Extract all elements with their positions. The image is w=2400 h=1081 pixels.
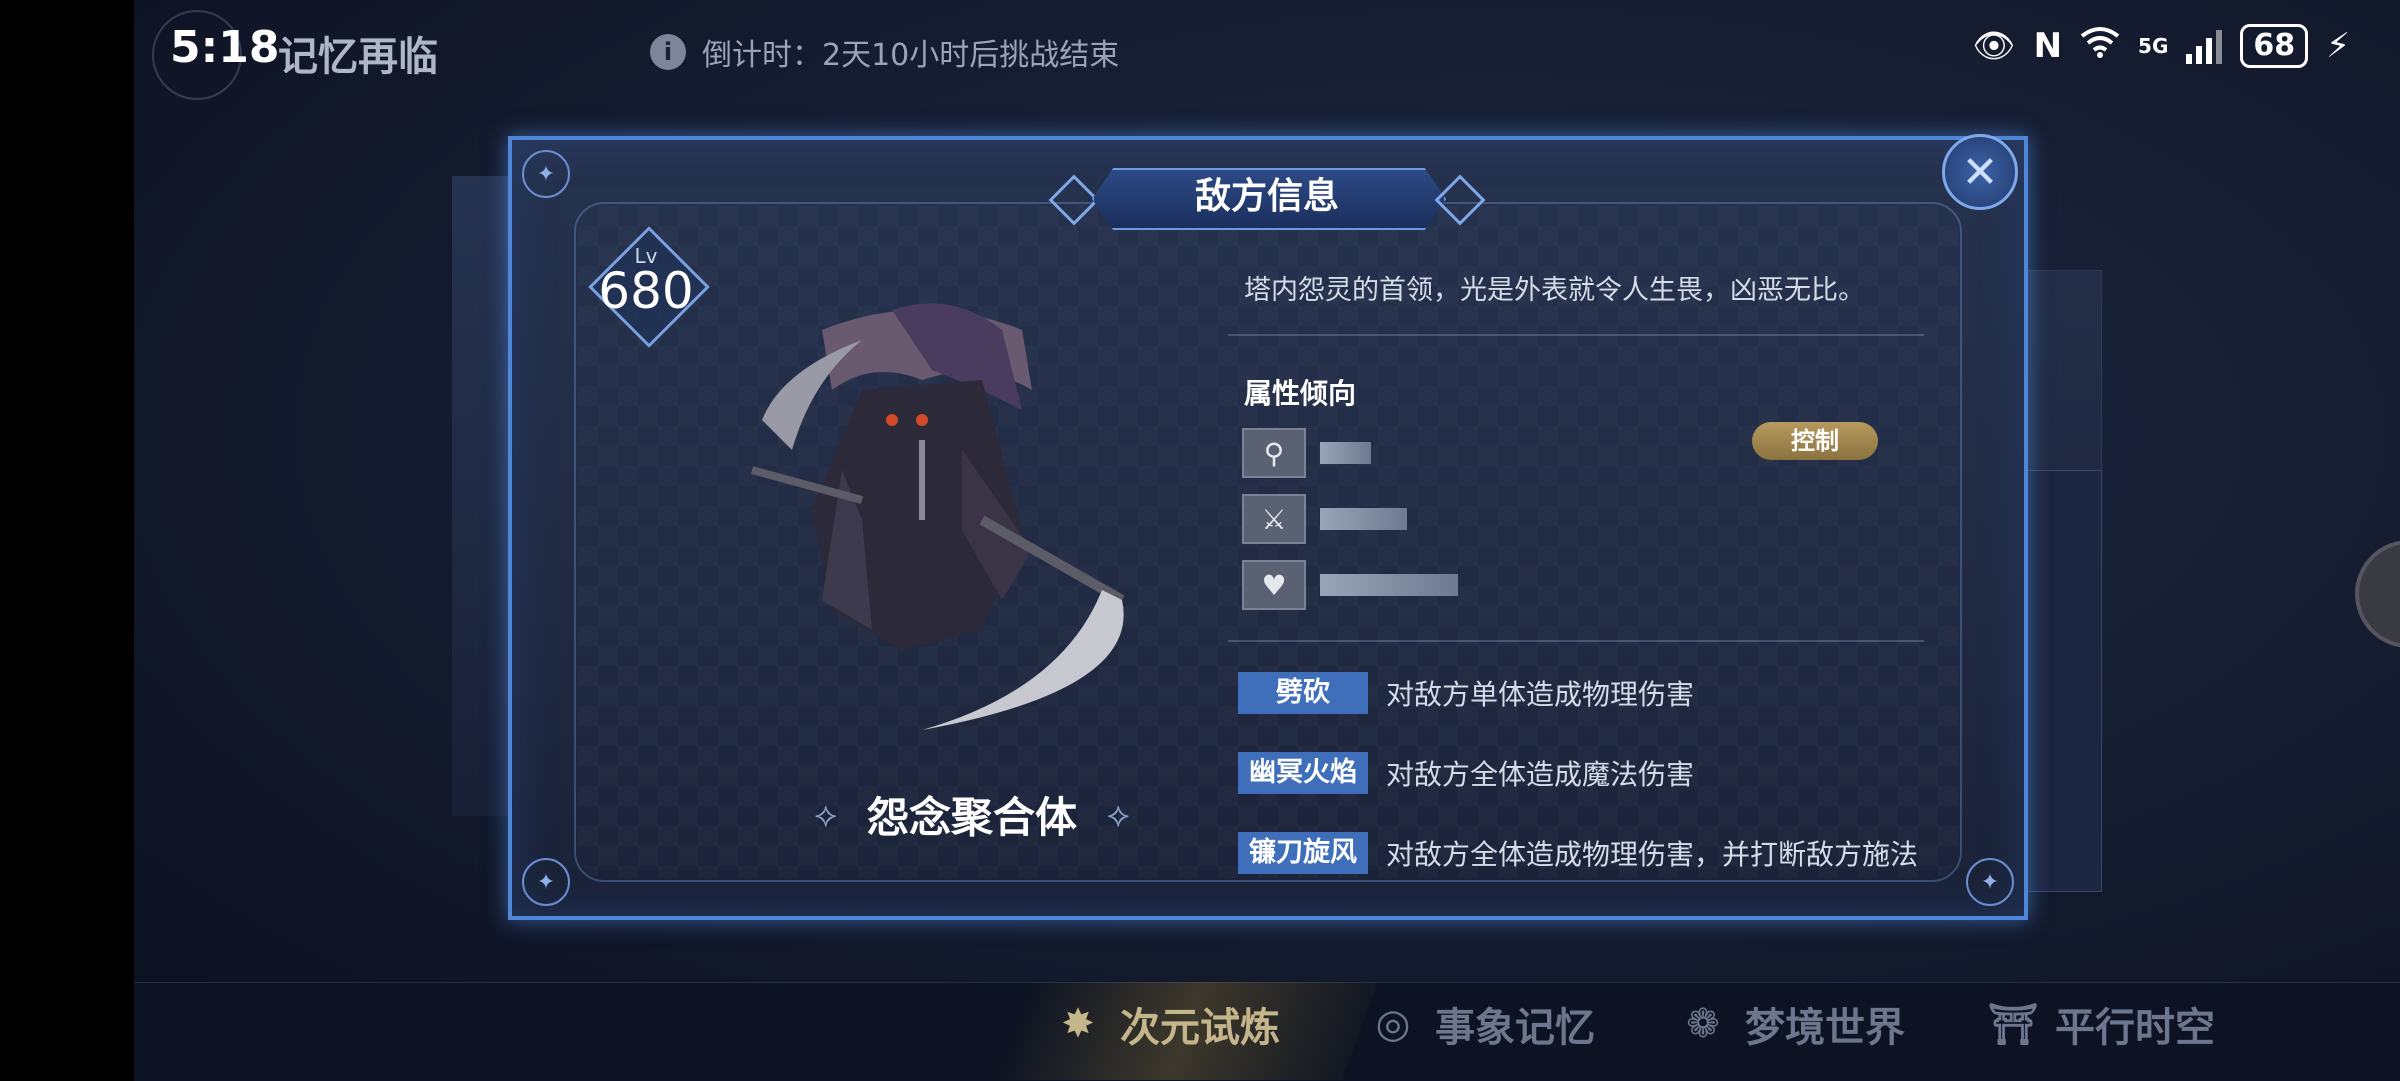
status-icons: 👁 N 5G 68 ⚡	[1972, 24, 2350, 68]
skill-row[interactable]: 幽冥火焰 对敌方全体造成魔法伤害	[1238, 752, 1694, 794]
background-card-right-lower	[2020, 470, 2102, 892]
nav-tab-parallel-space[interactable]: ⛩ 平行时空	[1985, 995, 2215, 1053]
enemy-info-dialog: ✦ ✦ ✦ 敌方信息 ✕ Lv 680 ⟡ 怨念聚合体 ⟡ 塔内怨灵的首领，光是…	[508, 134, 2028, 920]
skill-name: 幽冥火焰	[1238, 752, 1368, 794]
boss-reaper-image	[750, 303, 1125, 730]
attribute-bar	[1320, 574, 1458, 596]
sword-icon: ⚔	[1242, 494, 1306, 544]
swirl-icon: ◎	[1375, 1001, 1411, 1047]
attribute-row-sword: ⚔	[1242, 494, 1407, 544]
skill-desc: 对敌方单体造成物理伤害	[1386, 678, 1695, 711]
control-tag: 控制	[1752, 422, 1878, 460]
countdown-text: 倒计时：2天10小时后挑战结束	[702, 38, 1120, 73]
nav-tab-event-memory[interactable]: ◎ 事象记忆	[1365, 995, 1595, 1053]
skill-row[interactable]: 劈砍 对敌方单体造成物理伤害	[1238, 672, 1694, 714]
nav-label: 事象记忆	[1435, 1005, 1595, 1051]
close-icon: ✕	[1961, 146, 1999, 198]
heart-icon: ♥	[1242, 560, 1306, 610]
divider	[1228, 334, 1924, 336]
background-card-left	[452, 176, 512, 816]
flower-icon: ❁	[1686, 1001, 1720, 1047]
eye-icon: 👁	[1972, 26, 2016, 66]
attribute-bar	[1320, 508, 1407, 530]
nav-tab-dream-world[interactable]: ❁ 梦境世界	[1675, 995, 1905, 1053]
star-compass-icon: ✸	[1061, 1001, 1095, 1047]
countdown: i 倒计时：2天10小时后挑战结束	[650, 30, 1119, 74]
attributes-title: 属性倾向	[1244, 377, 1357, 410]
ornament-right-icon: ⟡	[1107, 794, 1130, 835]
dialog-title-banner: 敌方信息	[1048, 168, 1486, 230]
battery-level: 68	[2240, 24, 2309, 68]
skill-row[interactable]: 镰刀旋风 对敌方全体造成物理伤害，并打断敌方施法	[1238, 832, 1918, 874]
nav-label: 次元试炼	[1120, 1005, 1280, 1051]
staff-icon: ⚲	[1242, 428, 1306, 478]
corner-ornament-icon: ✦	[522, 858, 570, 906]
left-black-bar	[0, 0, 134, 1080]
attribute-row-staff: ⚲	[1242, 428, 1371, 478]
skill-name: 镰刀旋风	[1238, 832, 1368, 874]
nav-tab-dimension-trial[interactable]: ✸ 次元试炼	[1050, 995, 1280, 1053]
attribute-row-heart: ♥	[1242, 560, 1458, 610]
attribute-bar	[1320, 442, 1371, 464]
wifi-icon	[2080, 26, 2120, 67]
boss-description: 塔内怨灵的首领，光是外表就令人生畏，凶恶无比。	[1244, 275, 1865, 306]
nfc-icon: N	[2033, 26, 2063, 66]
page-title: 记忆再临	[278, 34, 438, 80]
info-icon[interactable]: i	[650, 34, 686, 70]
network-type: 5G	[2138, 34, 2169, 58]
close-button[interactable]: ✕	[1942, 134, 2018, 210]
boss-name-row: ⟡ 怨念聚合体 ⟡	[712, 784, 1232, 845]
skill-desc: 对敌方全体造成魔法伤害	[1386, 758, 1695, 791]
charging-icon: ⚡	[2326, 26, 2350, 66]
divider	[1228, 640, 1924, 642]
dialog-title: 敌方信息	[1194, 176, 1339, 217]
level-value: 680	[598, 262, 694, 320]
level-badge: Lv 680	[588, 226, 710, 348]
nav-label: 平行时空	[2055, 1005, 2215, 1051]
nav-label: 梦境世界	[1745, 1005, 1905, 1051]
gate-icon: ⛩	[1987, 1001, 2039, 1048]
boss-name: 怨念聚合体	[866, 793, 1077, 842]
ornament-left-icon: ⟡	[814, 794, 837, 835]
corner-ornament-icon: ✦	[522, 150, 570, 198]
corner-ornament-icon: ✦	[1966, 858, 2014, 906]
signal-icon	[2186, 28, 2223, 64]
skill-name: 劈砍	[1238, 672, 1368, 714]
skill-desc: 对敌方全体造成物理伤害，并打断敌方施法	[1386, 838, 1919, 871]
status-time: 5:18	[170, 22, 280, 73]
